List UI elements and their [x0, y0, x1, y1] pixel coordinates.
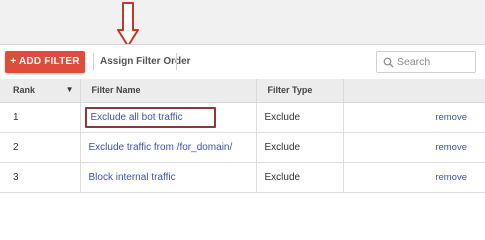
column-header-label: Filter Type — [267, 85, 313, 96]
filters-table: Rank ▼ Filter Name Filter Type 1 Exclude… — [0, 79, 485, 193]
column-header-filter-type[interactable]: Filter Type — [255, 79, 343, 103]
filter-name-link[interactable]: Exclude traffic from /for_domain/ — [89, 142, 233, 153]
column-header-rank[interactable]: Rank ▼ — [0, 79, 80, 103]
filters-panel: + ADD FILTER Assign Filter Order Search … — [0, 44, 485, 200]
toolbar-divider — [93, 53, 94, 70]
remove-link[interactable]: remove — [435, 172, 467, 183]
action-cell: remove — [342, 102, 485, 133]
action-cell: remove — [342, 162, 485, 193]
filter-type-cell: Exclude — [255, 102, 343, 133]
filter-type-cell: Exclude — [255, 162, 343, 193]
filter-type-cell: Exclude — [255, 132, 343, 163]
remove-link[interactable]: remove — [435, 142, 467, 153]
highlight-annotation: Exclude all bot traffic — [84, 106, 216, 128]
filter-name-link[interactable]: Exclude all bot traffic — [91, 112, 183, 123]
rank-cell: 2 — [0, 132, 80, 163]
remove-link[interactable]: remove — [435, 112, 467, 123]
column-header-filter-name[interactable]: Filter Name — [79, 79, 256, 103]
table-row: 1 Exclude all bot traffic Exclude remove — [0, 102, 485, 133]
toolbar: + ADD FILTER Assign Filter Order — [0, 45, 485, 78]
filter-name-link[interactable]: Block internal traffic — [89, 172, 176, 183]
action-cell: remove — [342, 132, 485, 163]
filter-name-cell: Exclude traffic from /for_domain/ — [79, 132, 256, 163]
search-input[interactable] — [397, 54, 473, 70]
search-box[interactable] — [376, 51, 476, 73]
analytics-filters-view: + ADD FILTER Assign Filter Order Search … — [0, 0, 485, 200]
rank-cell: 3 — [0, 162, 80, 193]
top-strip — [0, 0, 485, 44]
table-header-row: Rank ▼ Filter Name Filter Type — [0, 79, 485, 103]
sort-down-icon[interactable]: ▼ — [66, 85, 74, 94]
filter-name-cell: Exclude all bot traffic — [79, 102, 256, 133]
toolbar-divider — [176, 53, 177, 70]
filter-name-cell: Block internal traffic — [79, 162, 256, 193]
rank-cell: 1 — [0, 102, 80, 133]
down-arrow-annotation-icon — [117, 2, 139, 47]
column-header-actions — [342, 79, 485, 103]
add-filter-button[interactable]: + ADD FILTER — [5, 51, 85, 73]
column-header-label: Filter Name — [91, 85, 141, 96]
table-row: 2 Exclude traffic from /for_domain/ Excl… — [0, 132, 485, 163]
table-row: 3 Block internal traffic Exclude remove — [0, 162, 485, 193]
search-icon — [383, 57, 394, 68]
column-header-label: Rank — [13, 85, 36, 96]
